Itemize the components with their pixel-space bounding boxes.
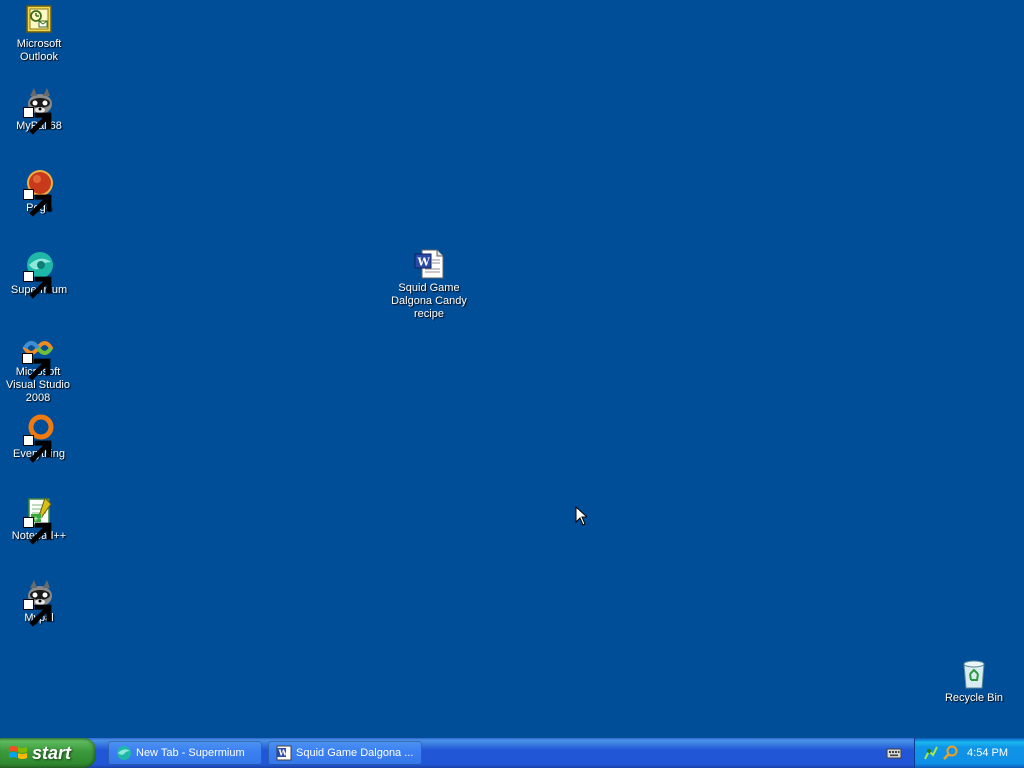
windows-logo-icon — [8, 744, 28, 762]
desktop-icon-recycle-bin[interactable]: Recycle Bin — [936, 658, 1012, 705]
desktop-icon-label: Microsoft Outlook — [16, 38, 62, 63]
desktop-icon-label: Recycle Bin — [944, 692, 1004, 704]
keyboard-icon[interactable] — [886, 745, 902, 761]
shortcut-arrow-icon — [23, 435, 52, 463]
supermium-icon — [116, 745, 132, 761]
outlook-icon — [23, 4, 55, 36]
notepadpp-icon: ++ — [23, 496, 55, 545]
supermium-icon — [23, 250, 55, 299]
mypal-icon — [23, 578, 55, 627]
start-button[interactable]: start — [0, 738, 96, 768]
taskbar: start New Tab - Supermium W Squid Game D… — [0, 738, 1024, 768]
desktop-icon-microsoft-outlook[interactable]: Microsoft Outlook — [1, 4, 77, 64]
visual-studio-icon — [22, 332, 54, 381]
pego-icon — [23, 168, 55, 217]
desktop-icon-squid-game-recipe[interactable]: W Squid Game Dalgona Candy recipe — [391, 248, 467, 321]
svg-text:W: W — [417, 256, 431, 269]
desktop-icon-label: Squid Game Dalgona Candy recipe — [391, 282, 467, 320]
desktop-icon-pego[interactable]: Pego — [1, 168, 77, 217]
everything-icon — [23, 414, 55, 463]
shortcut-arrow-icon — [23, 517, 52, 545]
system-tray: 4:54 PM — [914, 738, 1024, 768]
search-icon[interactable] — [943, 745, 959, 761]
word-icon: W — [276, 745, 292, 761]
shortcut-arrow-icon — [22, 353, 51, 381]
svg-text:W: W — [278, 748, 289, 758]
desktop-icon-mypal-68[interactable]: MyPal 68 — [1, 86, 77, 135]
shortcut-arrow-icon — [23, 599, 52, 627]
taskbar-button-word-document[interactable]: W Squid Game Dalgona ... — [268, 741, 422, 765]
taskbar-button-supermium[interactable]: New Tab - Supermium — [108, 741, 262, 765]
start-label: start — [32, 743, 72, 763]
word-document-icon: W — [413, 248, 445, 280]
shortcut-arrow-icon — [23, 189, 52, 217]
clock[interactable]: 4:54 PM — [967, 738, 1008, 768]
network-icon[interactable] — [923, 745, 939, 761]
shortcut-arrow-icon — [23, 271, 52, 299]
recycle-bin-icon — [958, 658, 990, 690]
desktop-icon-visual-studio-2008[interactable]: Microsoft Visual Studio 2008 — [0, 332, 76, 405]
mypal-icon — [23, 86, 55, 135]
taskbar-button-label: Squid Game Dalgona ... — [296, 747, 414, 759]
desktop-icon-notepadpp[interactable]: ++ Notepad++ — [1, 496, 77, 545]
taskbar-button-label: New Tab - Supermium — [136, 747, 245, 759]
shortcut-arrow-icon — [23, 107, 52, 135]
desktop-icon-everything[interactable]: Everything — [1, 414, 77, 463]
desktop-icon-supermium[interactable]: Supermium — [1, 250, 77, 299]
desktop-icon-mypal[interactable]: Mypal — [1, 578, 77, 627]
desktop: Microsoft Outlook MyPal 68 Pego Supermiu… — [0, 0, 1024, 738]
